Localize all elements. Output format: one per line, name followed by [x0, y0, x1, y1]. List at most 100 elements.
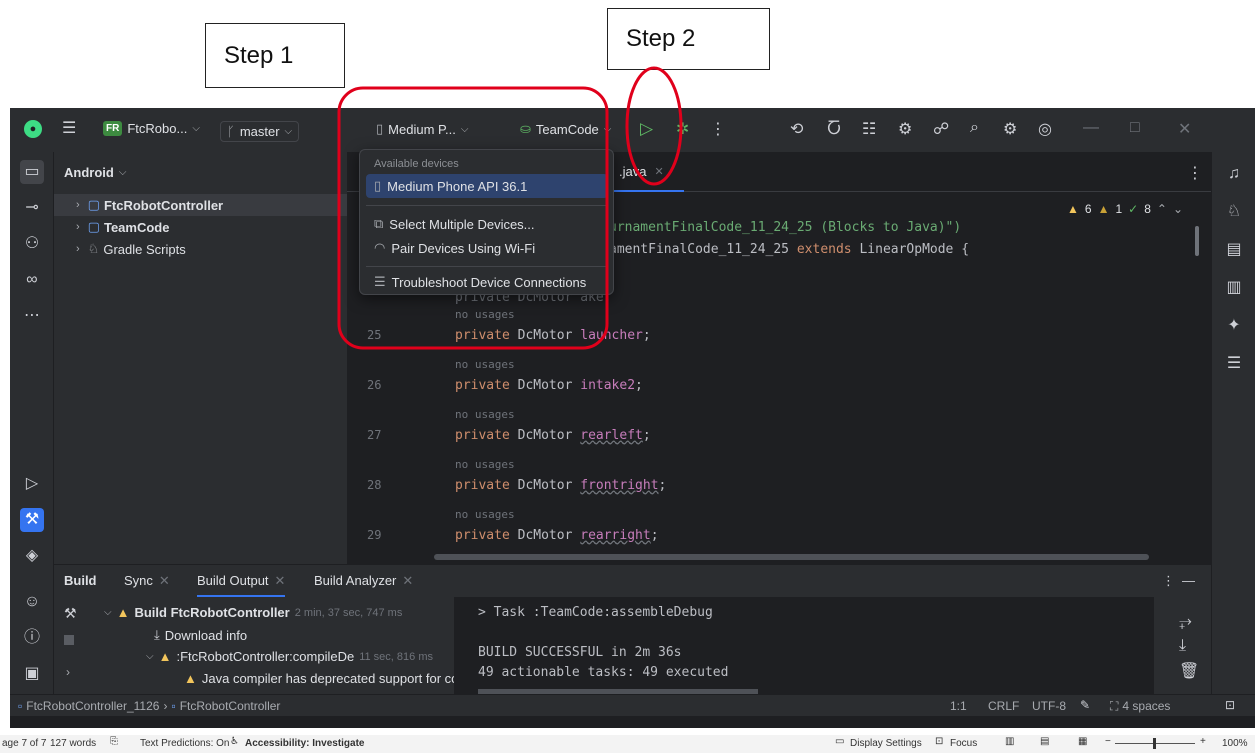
apply-code-changes-icon[interactable]: Ⴀ [827, 119, 841, 139]
close-icon[interactable]: ✕ [1178, 119, 1191, 139]
gradle-tool-icon[interactable]: ♘ [1222, 200, 1246, 224]
expand-icon[interactable]: › [66, 665, 70, 679]
tree-item-teamcode[interactable]: › ▢ TeamCode [54, 216, 347, 238]
zoom-level[interactable]: 100% [1222, 738, 1248, 749]
editor-horizontal-scrollbar[interactable] [434, 554, 1149, 560]
tab-sync[interactable]: Sync ✕ [124, 573, 170, 589]
panel-hide-icon[interactable]: — [1182, 573, 1195, 588]
build-toolbar-icon[interactable]: ⚒ [64, 605, 77, 622]
apply-changes-icon[interactable]: ⟲ [790, 119, 803, 139]
device-selector[interactable]: ▯ Medium P... ⌵ [376, 121, 468, 137]
panel-options-icon[interactable]: ⋮ [1162, 573, 1175, 589]
main-menu-icon[interactable]: ☰ [62, 118, 76, 138]
debug-icon[interactable]: ✲ [676, 119, 689, 139]
tree-item-gradle-scripts[interactable]: › ♘ Gradle Scripts [54, 238, 347, 260]
device-option-medium-phone[interactable]: ▯ Medium Phone API 36.1 [366, 174, 608, 198]
running-devices-icon[interactable]: ▥ [1222, 276, 1246, 300]
maximize-icon[interactable]: □ [1130, 119, 1140, 137]
code-line[interactable]: 28 private DcMotor frontright; [347, 474, 1167, 496]
tab-close-icon[interactable]: ✕ [402, 573, 413, 588]
tab-build-analyzer[interactable]: Build Analyzer ✕ [314, 573, 413, 589]
branch-selector[interactable]: ᚴ master ⌵ [220, 121, 300, 142]
editor-vertical-scroll-marker[interactable] [1195, 226, 1199, 256]
more-actions-icon[interactable]: ⋮ [710, 119, 726, 139]
zoom-out-icon[interactable]: − [1105, 736, 1111, 747]
device-manager-tool-icon[interactable]: ▤ [1222, 238, 1246, 262]
web-layout-icon[interactable]: ▦ [1078, 736, 1087, 747]
structure-icon[interactable]: ⚇ [20, 232, 44, 256]
ai-status-icon[interactable]: ✎ [1080, 698, 1090, 712]
account-icon[interactable]: ◎ [1038, 119, 1052, 139]
tab-close-icon[interactable]: ✕ [654, 165, 663, 178]
accessibility-status[interactable]: Accessibility: Investigate [245, 738, 365, 749]
stop-icon[interactable] [64, 635, 74, 645]
run-tool-icon[interactable]: ▷ [20, 472, 44, 496]
project-selector[interactable]: FR FtcRobo... ⌵ [103, 121, 200, 136]
tab-build-output[interactable]: Build Output ✕ [197, 573, 286, 597]
sdk-manager-icon[interactable]: ☍ [933, 119, 949, 139]
more-tools-icon[interactable]: ⋯ [20, 304, 44, 328]
build-tree-compile[interactable]: ⌵ ▲ :FtcRobotController:compileDe 11 sec… [146, 649, 433, 664]
print-layout-icon[interactable]: ▤ [1040, 736, 1049, 747]
build-tree-root[interactable]: ⌵ ▲ Build FtcRobotController 2 min, 37 s… [104, 605, 402, 620]
read-mode-icon[interactable]: ▥ [1005, 736, 1014, 747]
zoom-slider-thumb[interactable] [1153, 738, 1156, 749]
settings-gear-icon[interactable]: ⚙ [1003, 119, 1017, 139]
structure-list-icon[interactable]: ☰ [1222, 352, 1246, 376]
build-tree-warning[interactable]: ▲ Java compiler has deprecated support f… [184, 671, 466, 686]
chevron-down-icon[interactable]: ⌄ [1173, 202, 1183, 216]
build-console[interactable]: > Task :TeamCode:assembleDebug BUILD SUC… [454, 597, 1154, 695]
word-count[interactable]: 127 words [50, 738, 96, 749]
code-line[interactable]: 25 private DcMotor launcher; [347, 324, 1167, 346]
notifications-icon[interactable]: ♫ [1222, 162, 1246, 186]
select-multiple-devices-item[interactable]: ⧉ Select Multiple Devices... [366, 212, 608, 236]
run-config-selector[interactable]: ⛀ TeamCode ⌵ [520, 121, 611, 137]
code-line[interactable]: 26 private DcMotor intake2; [347, 374, 1167, 396]
editor-more-icon[interactable]: ⋮ [1187, 163, 1203, 183]
code-line[interactable]: 27 private DcMotor rearleft; [347, 424, 1167, 446]
sync-project-icon[interactable]: ☷ [862, 119, 876, 139]
chevron-up-icon[interactable]: ⌃ [1157, 202, 1167, 216]
page-count[interactable]: age 7 of 7 [2, 738, 46, 749]
breadcrumb-module[interactable]: FtcRobotController [180, 699, 281, 713]
breadcrumb-project[interactable]: FtcRobotController_1126 [26, 699, 159, 713]
tab-build[interactable]: Build [64, 573, 97, 588]
text-predictions[interactable]: Text Predictions: On [140, 738, 229, 749]
editor-tab[interactable]: .java ✕ [609, 152, 684, 192]
resource-manager-icon[interactable]: ∞ [20, 268, 44, 292]
left-tool-strip: ▭ ⊸ ⚇ ∞ ⋯ ▷ ⚒ ◈ ☺ ⓘ ▣ ᚴ [10, 152, 54, 712]
soft-wrap-icon[interactable]: ⥅ [1179, 613, 1192, 631]
gemini-icon[interactable]: ◈ [20, 544, 44, 568]
tab-close-icon[interactable]: ✕ [275, 573, 286, 588]
caret-position[interactable]: 1:1 [950, 699, 967, 713]
terminal-icon[interactable]: ▣ [20, 662, 44, 686]
minimize-icon[interactable]: — [1083, 119, 1099, 137]
inspection-widget[interactable]: ▲ 6 ▲ 1 ✓ 8 ⌃ ⌄ [1067, 202, 1183, 216]
problems-icon[interactable]: ⓘ [20, 626, 44, 650]
troubleshoot-connections-item[interactable]: ☰ Troubleshoot Device Connections [366, 270, 608, 294]
run-icon[interactable]: ▷ [640, 119, 653, 139]
commit-icon[interactable]: ⊸ [20, 196, 44, 220]
build-tool-icon[interactable]: ⚒ [20, 508, 44, 532]
project-view-selector[interactable]: Android ⌵ [64, 161, 357, 183]
code-line[interactable]: 29 private DcMotor rearright; [347, 524, 1167, 546]
device-manager-icon[interactable]: ⚙ [898, 119, 912, 139]
file-encoding[interactable]: UTF-8 [1032, 699, 1066, 713]
proofing-icon[interactable]: ⎘ [110, 736, 118, 747]
logcat-icon[interactable]: ☺ [20, 590, 44, 614]
tab-close-icon[interactable]: ✕ [159, 573, 170, 588]
line-ending[interactable]: CRLF [988, 699, 1019, 713]
focus-mode[interactable]: Focus [950, 738, 977, 749]
scroll-to-end-icon[interactable]: ⤓ [1179, 637, 1186, 655]
ai-assistant-icon[interactable]: ✦ [1222, 314, 1246, 338]
clear-all-icon[interactable]: 🗑 [1179, 661, 1199, 681]
search-icon[interactable]: ⌕ [970, 119, 979, 137]
pair-devices-wifi-item[interactable]: ◠ Pair Devices Using Wi-Fi [366, 236, 608, 260]
zoom-in-icon[interactable]: + [1200, 736, 1206, 747]
read-only-lock-icon[interactable]: ⊡ [1225, 698, 1235, 712]
build-tree-download[interactable]: ⤓ Download info [154, 627, 247, 643]
indent-setting[interactable]: ⛶ 4 spaces [1110, 699, 1170, 714]
display-settings[interactable]: Display Settings [850, 738, 922, 749]
tree-item-ftcrobotcontroller[interactable]: › ▢ FtcRobotController [54, 194, 347, 216]
project-folder-icon[interactable]: ▭ [20, 160, 44, 184]
